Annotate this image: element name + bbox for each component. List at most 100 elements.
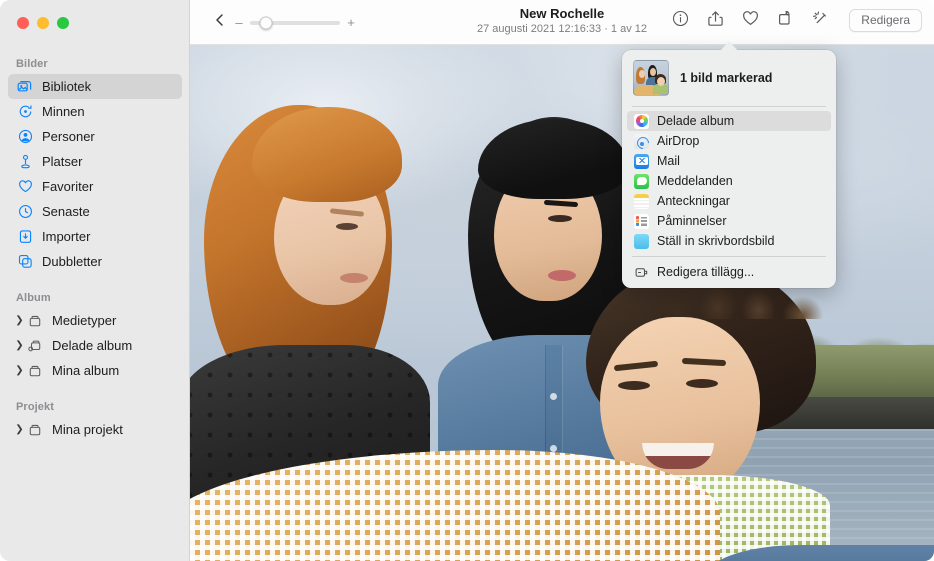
person-front-eye-left [618,381,650,390]
zoom-slider-track[interactable] [250,21,340,25]
folder-icon [26,312,44,330]
memories-icon [16,103,34,121]
chevron-right-icon[interactable]: ❯ [14,316,25,326]
airdrop-icon [634,134,649,149]
edit-button[interactable]: Redigera [849,9,922,32]
sidebar-item-label: Minnen [42,104,85,119]
share-item-label: AirDrop [657,134,699,148]
share-item-airdrop[interactable]: AirDrop [627,131,831,151]
sidebar-item-favoriter[interactable]: Favoriter [8,174,182,199]
share-item-meddelanden[interactable]: Meddelanden [627,171,831,191]
info-button[interactable] [669,10,691,32]
sidebar: Bilder Bibliotek [0,0,190,561]
chevron-left-icon [213,12,226,33]
messages-app-icon [634,174,649,189]
sidebar-item-senaste[interactable]: Senaste [8,199,182,224]
sidebar-list: Bilder Bibliotek [0,52,190,442]
desktop-picture-icon [634,234,649,249]
person-front-teeth [642,443,714,456]
sidebar-item-importer[interactable]: Importer [8,224,182,249]
share-popover: 1 bild markerad Delade album AirDrop Mai… [622,50,836,288]
clock-icon [16,203,34,221]
popover-divider [632,106,826,107]
share-item-label: Meddelanden [657,174,733,188]
close-window-button[interactable] [17,17,29,29]
sidebar-item-bibliotek[interactable]: Bibliotek [8,74,182,99]
notes-app-icon [634,194,649,209]
photos-window: Bilder Bibliotek [0,0,934,561]
share-item-label: Anteckningar [657,194,730,208]
folder-icon [26,421,44,439]
person-front-eye-right [686,379,718,388]
extensions-icon [634,265,649,280]
shared-folder-icon [26,337,44,355]
zoom-out-label[interactable]: – [234,15,244,30]
sidebar-section-header-album: Album [0,286,190,308]
sidebar-item-label: Mina projekt [52,422,123,437]
sidebar-item-delade-album[interactable]: ❯ Delade album [8,333,182,358]
sidebar-item-label: Bibliotek [42,79,91,94]
zoom-slider-knob[interactable] [260,16,273,29]
rotate-icon [777,10,794,32]
auto-enhance-button[interactable] [809,10,831,32]
chevron-right-icon[interactable]: ❯ [14,425,25,435]
zoom-in-label[interactable]: + [346,15,356,30]
share-icon [707,10,724,32]
library-icon [16,78,34,96]
share-item-label: Mail [657,154,680,168]
share-button[interactable] [704,10,726,32]
share-item-paminnelser[interactable]: Påminnelser [627,211,831,231]
sidebar-item-label: Favoriter [42,179,93,194]
zoom-slider-control[interactable]: – + [234,15,356,30]
sidebar-item-mina-album[interactable]: ❯ Mina album [8,358,182,383]
rotate-button[interactable] [774,10,796,32]
selected-photo-thumbnail [633,60,669,96]
minimize-window-button[interactable] [37,17,49,29]
share-item-redigera-tillagg[interactable]: Redigera tillägg... [627,262,831,282]
photos-app-icon [634,114,649,129]
share-item-mail[interactable]: Mail [627,151,831,171]
toolbar-buttons: Redigera [669,9,922,32]
sidebar-item-personer[interactable]: Personer [8,124,182,149]
shirt-button [550,393,557,400]
share-item-skrivbordsbild[interactable]: Ställ in skrivbordsbild [627,231,831,251]
sidebar-item-medietyper[interactable]: ❯ Medietyper [8,308,182,333]
sidebar-item-label: Medietyper [52,313,116,328]
popover-header: 1 bild markerad [622,57,836,106]
share-item-anteckningar[interactable]: Anteckningar [627,191,831,211]
toolbar: – + New Rochelle 27 augusti 2021 12:16:3… [190,0,934,45]
sidebar-item-label: Personer [42,129,95,144]
magic-wand-icon [812,10,829,32]
person-left-eye [336,223,358,230]
person-middle-eye [548,215,572,222]
popover-divider [632,256,826,257]
share-item-label: Delade album [657,114,734,128]
sidebar-item-mina-projekt[interactable]: ❯ Mina projekt [8,417,182,442]
sidebar-item-label: Delade album [52,338,132,353]
chevron-right-icon[interactable]: ❯ [14,341,25,351]
sidebar-section-header-bilder: Bilder [0,52,190,74]
person-middle-lips [548,270,576,281]
reminders-app-icon [634,214,649,229]
people-icon [16,128,34,146]
sidebar-item-minnen[interactable]: Minnen [8,99,182,124]
selection-count-label: 1 bild markerad [680,71,772,85]
sidebar-item-label: Importer [42,229,90,244]
duplicates-icon [16,253,34,271]
maximize-window-button[interactable] [57,17,69,29]
places-pin-icon [16,153,34,171]
sidebar-item-platser[interactable]: Platser [8,149,182,174]
share-item-label: Påminnelser [657,214,726,228]
sidebar-item-label: Mina album [52,363,119,378]
sidebar-item-dubbletter[interactable]: Dubbletter [8,249,182,274]
share-item-delade-album[interactable]: Delade album [627,111,831,131]
share-item-label: Redigera tillägg... [657,265,754,279]
favorite-button[interactable] [739,10,761,32]
sidebar-item-label: Platser [42,154,82,169]
shirt-button [550,445,557,452]
import-icon [16,228,34,246]
person-left-lips [340,273,368,283]
mail-app-icon [634,154,649,169]
back-button[interactable] [208,11,230,33]
chevron-right-icon[interactable]: ❯ [14,366,25,376]
